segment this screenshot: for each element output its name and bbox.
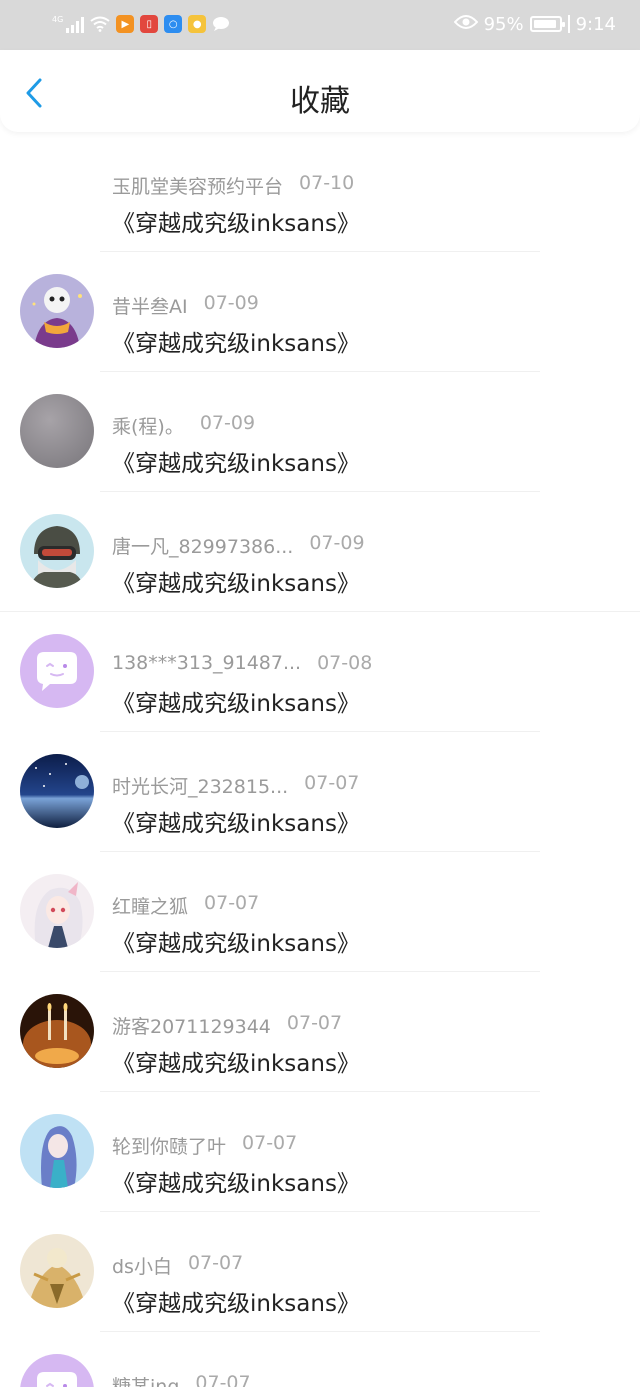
- book-title: 《穿越成究级inksans》: [112, 691, 360, 717]
- item-date: 07-08: [317, 652, 373, 674]
- signal-icon: 4G: [52, 15, 85, 33]
- book-title: 《穿越成究级inksans》: [112, 571, 360, 597]
- list-item[interactable]: 轮到你赜了叶 07-07 《穿越成究级inksans》: [0, 1092, 640, 1212]
- user-name: 昔半叁AI: [112, 296, 188, 318]
- user-name: ds小白: [112, 1256, 172, 1278]
- chat-avatar-icon: [20, 1354, 94, 1387]
- avatar[interactable]: [20, 1354, 94, 1387]
- book-title: 《穿越成究级inksans》: [112, 451, 360, 477]
- item-date: 07-07: [286, 1012, 343, 1034]
- book-title: 《穿越成究级inksans》: [112, 811, 360, 837]
- item-date: 07-07: [242, 1132, 298, 1154]
- status-left: 4G ▶ ▯ ○ ●: [52, 12, 230, 36]
- page-title: 收藏: [290, 84, 350, 119]
- user-name: 轮到你赜了叶: [112, 1136, 227, 1158]
- avatar[interactable]: [20, 274, 94, 348]
- user-name: 游客2071129344: [112, 1016, 271, 1038]
- book-title: 《穿越成究级inksans》: [112, 1171, 360, 1197]
- item-date: 07-07: [304, 772, 360, 794]
- list-item[interactable]: 玉肌堂美容预约平台 07-10 《穿越成究级inksans》: [0, 132, 640, 252]
- eye-icon: [453, 14, 478, 35]
- item-date: 07-09: [199, 412, 256, 434]
- list-item[interactable]: ds小白 07-07 《穿越成究级inksans》: [0, 1212, 640, 1332]
- clock: 9:14: [575, 13, 616, 35]
- user-name: 138***313_91487...: [112, 652, 302, 674]
- chat-bubble-icon: [212, 15, 230, 33]
- item-date: 07-07: [204, 892, 260, 914]
- avatar[interactable]: [20, 514, 94, 588]
- reader-app-icon: ▯: [140, 15, 159, 33]
- avatar[interactable]: [20, 1234, 94, 1308]
- avatar[interactable]: [20, 1114, 94, 1188]
- status-bar: 4G ▶ ▯ ○ ● 95% 9:14: [0, 0, 640, 50]
- list-item[interactable]: 糖某ing 07-07: [0, 1332, 640, 1387]
- list-item[interactable]: 昔半叁AI 07-09 《穿越成究级inksans》: [0, 252, 640, 372]
- list-item[interactable]: 138***313_91487... 07-08 《穿越成究级inksans》: [0, 612, 640, 732]
- book-title: 《穿越成究级inksans》: [112, 331, 360, 357]
- book-title: 《穿越成究级inksans》: [112, 931, 360, 957]
- nav-bar: 收藏: [0, 50, 640, 132]
- avatar[interactable]: [20, 634, 94, 708]
- list-item[interactable]: 唐一凡_82997386... 07-09 《穿越成究级inksans》: [0, 492, 640, 612]
- battery-percent: 95%: [483, 13, 524, 35]
- item-date: 07-07: [187, 1252, 244, 1274]
- avatar[interactable]: [20, 874, 94, 948]
- book-title: 《穿越成究级inksans》: [112, 211, 360, 237]
- wifi-icon: [90, 16, 110, 32]
- avatar[interactable]: [20, 394, 94, 468]
- status-separator: [567, 15, 570, 33]
- book-title: 《穿越成究级inksans》: [112, 1051, 360, 1077]
- battery-icon: [529, 16, 565, 32]
- item-date: 07-10: [299, 172, 355, 194]
- book-title: 《穿越成究级inksans》: [112, 1291, 360, 1317]
- item-date: 07-09: [203, 292, 259, 314]
- avatar[interactable]: [20, 994, 94, 1068]
- video-app-icon: ▶: [116, 15, 135, 33]
- chat-avatar-icon: [20, 634, 94, 708]
- user-name: 红瞳之狐: [112, 896, 189, 918]
- item-date: 07-09: [309, 532, 365, 554]
- user-name: 玉肌堂美容预约平台: [112, 176, 284, 198]
- list-item[interactable]: 游客2071129344 07-07 《穿越成究级inksans》: [0, 972, 640, 1092]
- item-date: 07-07: [195, 1372, 251, 1387]
- list-item[interactable]: 时光长河_232815... 07-07 《穿越成究级inksans》: [0, 732, 640, 852]
- avatar[interactable]: [20, 754, 94, 828]
- favorites-list: 玉肌堂美容预约平台 07-10 《穿越成究级inksans》 昔半叁AI 07-…: [0, 132, 640, 1387]
- user-name: 时光长河_232815...: [112, 776, 289, 798]
- status-right: 95% 9:14: [453, 12, 616, 36]
- user-name: 唐一凡_82997386...: [112, 536, 294, 558]
- user-name: 乘(程)。: [112, 416, 184, 438]
- list-item[interactable]: 乘(程)。 07-09 《穿越成究级inksans》: [0, 372, 640, 492]
- network-type: 4G: [52, 15, 64, 24]
- search-app-icon: ○: [164, 15, 183, 33]
- user-name: 糖某ing: [112, 1376, 180, 1387]
- game-app-icon: ●: [188, 15, 207, 33]
- list-item[interactable]: 红瞳之狐 07-07 《穿越成究级inksans》: [0, 852, 640, 972]
